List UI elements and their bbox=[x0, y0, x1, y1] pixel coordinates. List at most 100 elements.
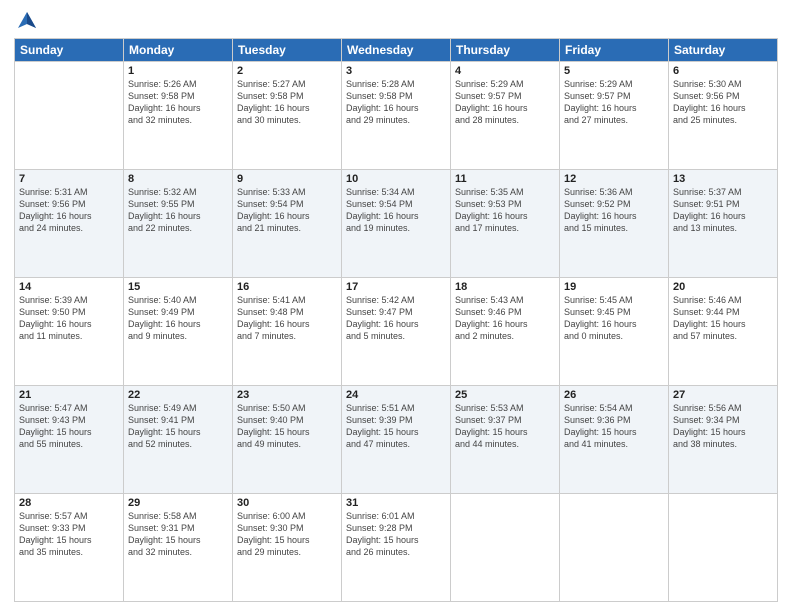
day-info: Sunrise: 6:01 AM Sunset: 9:28 PM Dayligh… bbox=[346, 510, 446, 559]
day-info: Sunrise: 5:43 AM Sunset: 9:46 PM Dayligh… bbox=[455, 294, 555, 343]
calendar-cell: 18Sunrise: 5:43 AM Sunset: 9:46 PM Dayli… bbox=[451, 278, 560, 386]
day-info: Sunrise: 5:27 AM Sunset: 9:58 PM Dayligh… bbox=[237, 78, 337, 127]
day-number: 14 bbox=[19, 281, 119, 293]
day-info: Sunrise: 5:45 AM Sunset: 9:45 PM Dayligh… bbox=[564, 294, 664, 343]
day-number: 22 bbox=[128, 389, 228, 401]
calendar-cell: 22Sunrise: 5:49 AM Sunset: 9:41 PM Dayli… bbox=[124, 386, 233, 494]
day-number: 26 bbox=[564, 389, 664, 401]
weekday-monday: Monday bbox=[124, 39, 233, 62]
weekday-thursday: Thursday bbox=[451, 39, 560, 62]
weekday-saturday: Saturday bbox=[669, 39, 778, 62]
calendar-cell: 11Sunrise: 5:35 AM Sunset: 9:53 PM Dayli… bbox=[451, 170, 560, 278]
day-info: Sunrise: 5:37 AM Sunset: 9:51 PM Dayligh… bbox=[673, 186, 773, 235]
day-info: Sunrise: 5:36 AM Sunset: 9:52 PM Dayligh… bbox=[564, 186, 664, 235]
day-number: 20 bbox=[673, 281, 773, 293]
weekday-tuesday: Tuesday bbox=[233, 39, 342, 62]
calendar-cell: 27Sunrise: 5:56 AM Sunset: 9:34 PM Dayli… bbox=[669, 386, 778, 494]
day-info: Sunrise: 5:32 AM Sunset: 9:55 PM Dayligh… bbox=[128, 186, 228, 235]
calendar-cell: 1Sunrise: 5:26 AM Sunset: 9:58 PM Daylig… bbox=[124, 62, 233, 170]
day-info: Sunrise: 5:26 AM Sunset: 9:58 PM Dayligh… bbox=[128, 78, 228, 127]
day-number: 24 bbox=[346, 389, 446, 401]
calendar-cell: 4Sunrise: 5:29 AM Sunset: 9:57 PM Daylig… bbox=[451, 62, 560, 170]
day-number: 1 bbox=[128, 65, 228, 77]
calendar-cell: 26Sunrise: 5:54 AM Sunset: 9:36 PM Dayli… bbox=[560, 386, 669, 494]
week-row-4: 21Sunrise: 5:47 AM Sunset: 9:43 PM Dayli… bbox=[15, 386, 778, 494]
day-info: Sunrise: 5:29 AM Sunset: 9:57 PM Dayligh… bbox=[564, 78, 664, 127]
day-number: 18 bbox=[455, 281, 555, 293]
calendar-cell: 29Sunrise: 5:58 AM Sunset: 9:31 PM Dayli… bbox=[124, 494, 233, 602]
day-number: 5 bbox=[564, 65, 664, 77]
day-number: 21 bbox=[19, 389, 119, 401]
calendar-cell: 12Sunrise: 5:36 AM Sunset: 9:52 PM Dayli… bbox=[560, 170, 669, 278]
weekday-friday: Friday bbox=[560, 39, 669, 62]
day-info: Sunrise: 5:39 AM Sunset: 9:50 PM Dayligh… bbox=[19, 294, 119, 343]
day-info: Sunrise: 5:28 AM Sunset: 9:58 PM Dayligh… bbox=[346, 78, 446, 127]
day-info: Sunrise: 6:00 AM Sunset: 9:30 PM Dayligh… bbox=[237, 510, 337, 559]
day-info: Sunrise: 5:40 AM Sunset: 9:49 PM Dayligh… bbox=[128, 294, 228, 343]
day-info: Sunrise: 5:51 AM Sunset: 9:39 PM Dayligh… bbox=[346, 402, 446, 451]
day-info: Sunrise: 5:42 AM Sunset: 9:47 PM Dayligh… bbox=[346, 294, 446, 343]
day-info: Sunrise: 5:41 AM Sunset: 9:48 PM Dayligh… bbox=[237, 294, 337, 343]
calendar-cell: 30Sunrise: 6:00 AM Sunset: 9:30 PM Dayli… bbox=[233, 494, 342, 602]
day-number: 3 bbox=[346, 65, 446, 77]
weekday-sunday: Sunday bbox=[15, 39, 124, 62]
calendar-table: SundayMondayTuesdayWednesdayThursdayFrid… bbox=[14, 38, 778, 602]
day-number: 6 bbox=[673, 65, 773, 77]
day-info: Sunrise: 5:50 AM Sunset: 9:40 PM Dayligh… bbox=[237, 402, 337, 451]
calendar-cell: 25Sunrise: 5:53 AM Sunset: 9:37 PM Dayli… bbox=[451, 386, 560, 494]
day-number: 10 bbox=[346, 173, 446, 185]
calendar-cell: 15Sunrise: 5:40 AM Sunset: 9:49 PM Dayli… bbox=[124, 278, 233, 386]
day-info: Sunrise: 5:30 AM Sunset: 9:56 PM Dayligh… bbox=[673, 78, 773, 127]
calendar-cell: 24Sunrise: 5:51 AM Sunset: 9:39 PM Dayli… bbox=[342, 386, 451, 494]
calendar-cell: 3Sunrise: 5:28 AM Sunset: 9:58 PM Daylig… bbox=[342, 62, 451, 170]
calendar-cell: 28Sunrise: 5:57 AM Sunset: 9:33 PM Dayli… bbox=[15, 494, 124, 602]
day-number: 12 bbox=[564, 173, 664, 185]
calendar-cell: 6Sunrise: 5:30 AM Sunset: 9:56 PM Daylig… bbox=[669, 62, 778, 170]
logo-icon bbox=[16, 10, 38, 32]
day-number: 11 bbox=[455, 173, 555, 185]
day-info: Sunrise: 5:49 AM Sunset: 9:41 PM Dayligh… bbox=[128, 402, 228, 451]
week-row-1: 1Sunrise: 5:26 AM Sunset: 9:58 PM Daylig… bbox=[15, 62, 778, 170]
calendar-cell bbox=[451, 494, 560, 602]
day-info: Sunrise: 5:34 AM Sunset: 9:54 PM Dayligh… bbox=[346, 186, 446, 235]
calendar-cell: 5Sunrise: 5:29 AM Sunset: 9:57 PM Daylig… bbox=[560, 62, 669, 170]
day-info: Sunrise: 5:46 AM Sunset: 9:44 PM Dayligh… bbox=[673, 294, 773, 343]
calendar-cell bbox=[15, 62, 124, 170]
day-info: Sunrise: 5:31 AM Sunset: 9:56 PM Dayligh… bbox=[19, 186, 119, 235]
day-number: 30 bbox=[237, 497, 337, 509]
calendar-cell: 20Sunrise: 5:46 AM Sunset: 9:44 PM Dayli… bbox=[669, 278, 778, 386]
header bbox=[14, 10, 778, 32]
day-info: Sunrise: 5:35 AM Sunset: 9:53 PM Dayligh… bbox=[455, 186, 555, 235]
calendar-cell: 13Sunrise: 5:37 AM Sunset: 9:51 PM Dayli… bbox=[669, 170, 778, 278]
week-row-2: 7Sunrise: 5:31 AM Sunset: 9:56 PM Daylig… bbox=[15, 170, 778, 278]
day-number: 9 bbox=[237, 173, 337, 185]
day-number: 28 bbox=[19, 497, 119, 509]
day-info: Sunrise: 5:33 AM Sunset: 9:54 PM Dayligh… bbox=[237, 186, 337, 235]
day-number: 19 bbox=[564, 281, 664, 293]
day-number: 15 bbox=[128, 281, 228, 293]
day-number: 7 bbox=[19, 173, 119, 185]
calendar-cell: 9Sunrise: 5:33 AM Sunset: 9:54 PM Daylig… bbox=[233, 170, 342, 278]
day-number: 31 bbox=[346, 497, 446, 509]
calendar-cell: 23Sunrise: 5:50 AM Sunset: 9:40 PM Dayli… bbox=[233, 386, 342, 494]
day-info: Sunrise: 5:56 AM Sunset: 9:34 PM Dayligh… bbox=[673, 402, 773, 451]
week-row-5: 28Sunrise: 5:57 AM Sunset: 9:33 PM Dayli… bbox=[15, 494, 778, 602]
day-number: 13 bbox=[673, 173, 773, 185]
day-number: 25 bbox=[455, 389, 555, 401]
calendar-cell: 19Sunrise: 5:45 AM Sunset: 9:45 PM Dayli… bbox=[560, 278, 669, 386]
day-info: Sunrise: 5:58 AM Sunset: 9:31 PM Dayligh… bbox=[128, 510, 228, 559]
calendar-cell bbox=[560, 494, 669, 602]
calendar-cell bbox=[669, 494, 778, 602]
weekday-wednesday: Wednesday bbox=[342, 39, 451, 62]
day-number: 4 bbox=[455, 65, 555, 77]
week-row-3: 14Sunrise: 5:39 AM Sunset: 9:50 PM Dayli… bbox=[15, 278, 778, 386]
calendar-cell: 31Sunrise: 6:01 AM Sunset: 9:28 PM Dayli… bbox=[342, 494, 451, 602]
day-number: 8 bbox=[128, 173, 228, 185]
calendar-cell: 10Sunrise: 5:34 AM Sunset: 9:54 PM Dayli… bbox=[342, 170, 451, 278]
day-info: Sunrise: 5:57 AM Sunset: 9:33 PM Dayligh… bbox=[19, 510, 119, 559]
calendar-cell: 2Sunrise: 5:27 AM Sunset: 9:58 PM Daylig… bbox=[233, 62, 342, 170]
calendar-cell: 17Sunrise: 5:42 AM Sunset: 9:47 PM Dayli… bbox=[342, 278, 451, 386]
calendar-cell: 7Sunrise: 5:31 AM Sunset: 9:56 PM Daylig… bbox=[15, 170, 124, 278]
day-number: 23 bbox=[237, 389, 337, 401]
calendar-cell: 16Sunrise: 5:41 AM Sunset: 9:48 PM Dayli… bbox=[233, 278, 342, 386]
